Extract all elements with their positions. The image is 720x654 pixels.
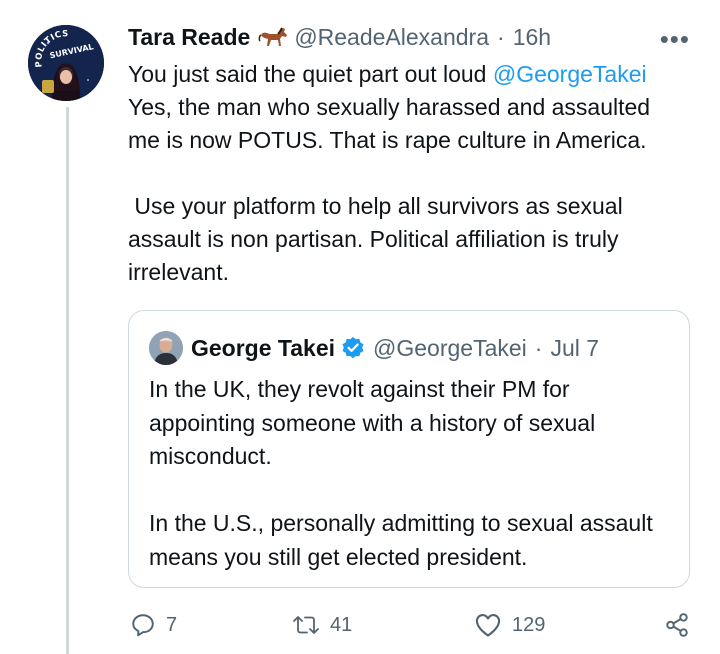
quoted-date[interactable]: Jul 7 (550, 335, 599, 362)
horse-emoji-icon (258, 26, 288, 48)
quoted-author-handle[interactable]: @GeorgeTakei (373, 335, 527, 362)
retweet-icon (292, 612, 320, 638)
like-count: 129 (512, 613, 546, 636)
author-handle[interactable]: @ReadeAlexandra (294, 24, 489, 51)
tweet-text-intro: You just said the quiet part out loud (128, 61, 493, 87)
retweet-count: 41 (330, 613, 353, 636)
author-name[interactable]: Tara Reade (128, 24, 250, 51)
share-button[interactable] (664, 612, 690, 638)
quoted-tweet-text: In the UK, they revolt against their PM … (149, 376, 653, 570)
separator-dot: · (497, 23, 505, 50)
quoted-avatar (149, 331, 183, 365)
tweet: Tara Reade @ReadeAlexandra · 16h ••• You… (128, 22, 698, 289)
tweet-header: Tara Reade @ReadeAlexandra · 16h (128, 22, 698, 52)
thread-line (66, 107, 69, 654)
quoted-author-name[interactable]: George Takei (191, 335, 335, 362)
mention-link[interactable]: @GeorgeTakei (493, 61, 647, 87)
tweet-text: You just said the quiet part out loud @G… (128, 58, 688, 289)
more-icon[interactable]: ••• (660, 24, 690, 55)
reply-icon (130, 612, 156, 638)
like-button[interactable]: 129 (474, 612, 545, 638)
quoted-tweet-header: George Takei @GeorgeTakei · Jul 7 (149, 329, 599, 367)
share-icon (664, 612, 690, 638)
reply-button[interactable]: 7 (130, 612, 177, 638)
action-bar: 7 41 129 (0, 612, 720, 648)
avatar[interactable]: POLITICS SURVIVAL (28, 25, 104, 101)
quoted-tweet[interactable]: George Takei @GeorgeTakei · Jul 7 In the… (128, 310, 690, 588)
timestamp[interactable]: 16h (513, 24, 551, 51)
quoted-separator-dot: · (534, 334, 543, 361)
like-icon (474, 612, 502, 638)
verified-badge-icon (341, 336, 365, 360)
tweet-text-rest: Yes, the man who sexually harassed and a… (128, 94, 651, 285)
retweet-button[interactable]: 41 (292, 612, 352, 638)
reply-count: 7 (166, 613, 178, 636)
